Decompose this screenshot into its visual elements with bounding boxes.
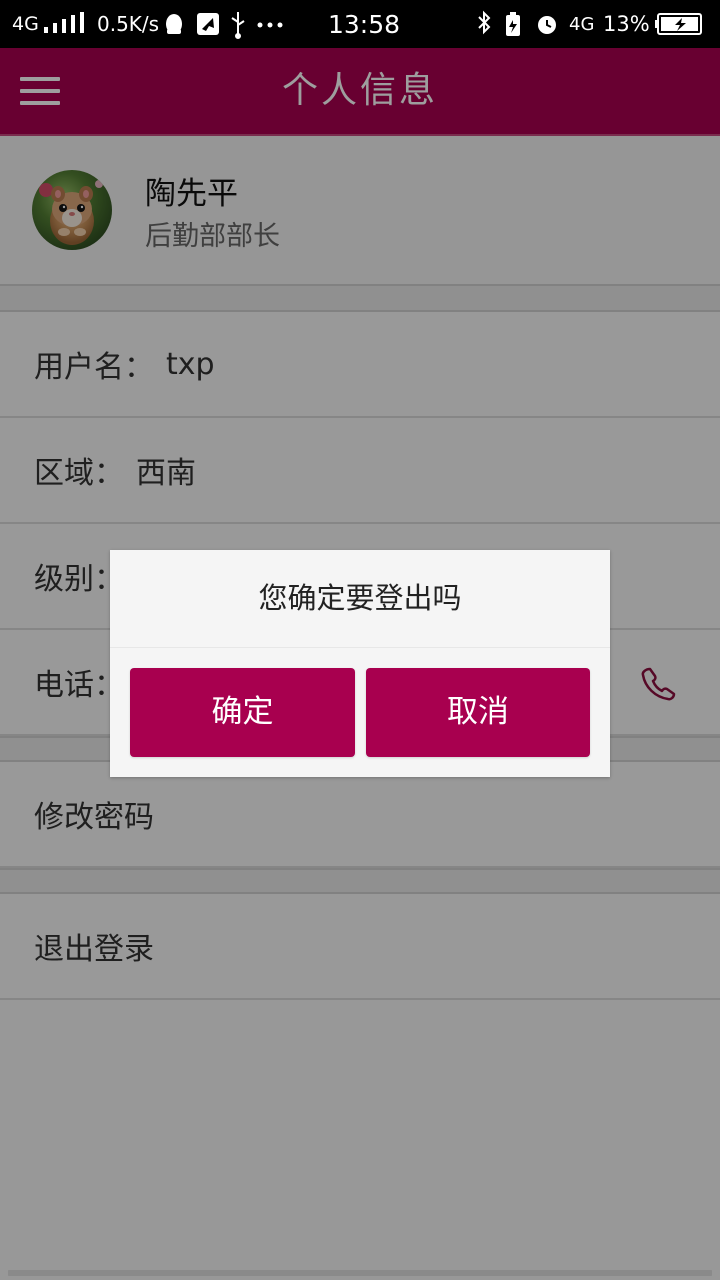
home-indicator [8, 1270, 712, 1276]
dialog-message: 您确定要登出吗 [110, 550, 610, 648]
status-time: 13:58 [328, 9, 401, 39]
battery-saver-icon [506, 12, 520, 36]
battery-icon [655, 0, 705, 48]
bluetooth-icon [478, 10, 491, 35]
logout-confirm-dialog: 您确定要登出吗 确定 取消 [110, 550, 610, 777]
status-notification-icons [162, 0, 286, 48]
network-speed-label: 0.5K/s [97, 12, 160, 36]
app-screen: 4G 0.5K/s 13:58 4G 13% 个人信息 陶先平 后勤部部长 用户… [0, 0, 720, 1280]
status-bar: 4G 0.5K/s 13:58 4G 13% [0, 0, 720, 48]
usb-icon [231, 12, 245, 39]
alarm-icon [538, 16, 556, 34]
cancel-button[interactable]: 取消 [366, 668, 590, 757]
qq-icon [166, 14, 182, 34]
header-dim-overlay [0, 48, 720, 136]
signal-strength-icon [44, 0, 84, 48]
battery-percent: 13% [603, 12, 650, 36]
status-system-icons [474, 0, 562, 48]
send-icon [197, 13, 219, 35]
network-type-label: 4G [12, 13, 39, 35]
confirm-button[interactable]: 确定 [130, 668, 355, 757]
more-icon [257, 22, 283, 28]
network-type-label-secondary: 4G [569, 13, 595, 35]
